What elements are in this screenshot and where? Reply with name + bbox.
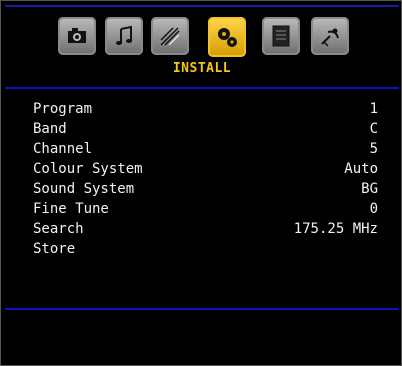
menu-item-label: Search [33, 221, 84, 237]
menu-item-label: Fine Tune [33, 201, 109, 217]
menu-item-label: Program [33, 101, 93, 117]
top-border [5, 5, 399, 7]
tab-source[interactable] [262, 17, 300, 55]
music-note-icon [116, 25, 132, 45]
menu-item-value: 1 [369, 101, 378, 117]
footer-divider [5, 308, 399, 310]
menu-tab-bar [1, 17, 402, 61]
tab-install[interactable] [208, 17, 246, 57]
tab-picture[interactable] [58, 17, 96, 55]
menu-item-label: Colour System [33, 161, 143, 177]
menu-item-value: 175.25 MHz [293, 221, 378, 237]
install-menu-list: Program 1 Band C Channel 5 Colour System… [33, 99, 378, 259]
menu-title: INSTALL [172, 61, 232, 76]
menu-item-search[interactable]: Search 175.25 MHz [33, 219, 378, 239]
menu-item-channel[interactable]: Channel 5 [33, 139, 378, 159]
menu-item-store[interactable]: Store [33, 239, 378, 259]
satellite-icon [321, 28, 339, 47]
menu-item-value: 0 [369, 201, 378, 217]
header-divider [5, 87, 399, 89]
menu-item-fine-tune[interactable]: Fine Tune 0 [33, 199, 378, 219]
gears-icon [218, 28, 237, 47]
tab-sound[interactable] [105, 17, 143, 55]
menu-item-label: Channel [33, 141, 93, 157]
menu-item-value: BG [361, 181, 378, 197]
menu-item-label: Sound System [33, 181, 135, 197]
camera-icon [68, 28, 86, 43]
menu-item-program[interactable]: Program 1 [33, 99, 378, 119]
document-icon [272, 25, 290, 47]
osd-screen: INSTALL Program 1 Band C Channel 5 Colou… [0, 0, 402, 366]
menu-item-label: Store [33, 241, 76, 257]
menu-item-value: C [369, 121, 378, 137]
menu-item-value: 5 [369, 141, 378, 157]
menu-item-band[interactable]: Band C [33, 119, 378, 139]
menu-item-value: Auto [344, 161, 378, 177]
tab-feature[interactable] [151, 17, 189, 55]
menu-item-colour-system[interactable]: Colour System Auto [33, 159, 378, 179]
menu-item-label: Band [33, 121, 67, 137]
menu-item-sound-system[interactable]: Sound System BG [33, 179, 378, 199]
tools-icon [160, 27, 180, 46]
tab-satellite[interactable] [311, 17, 349, 55]
